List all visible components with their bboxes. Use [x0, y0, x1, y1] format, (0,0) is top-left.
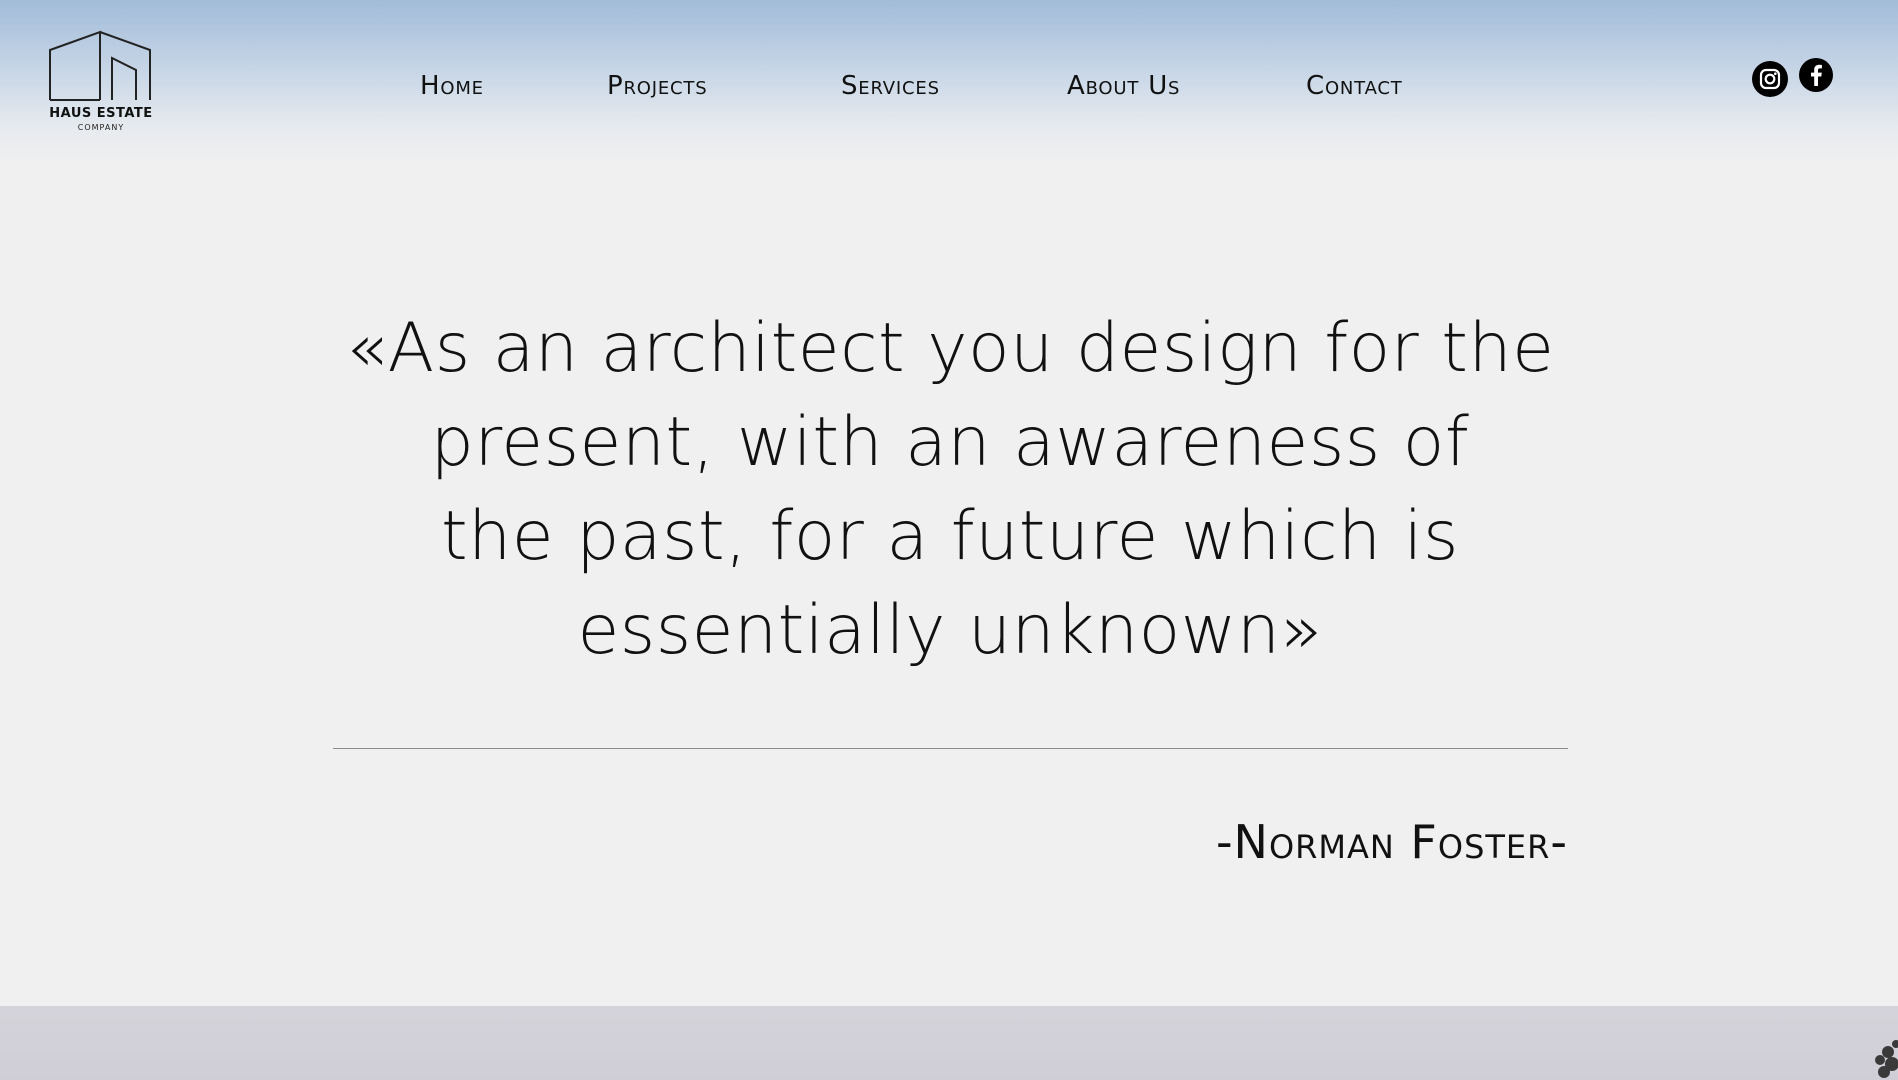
quote-line: the past, for a future which is	[440, 497, 1459, 576]
nav-contact[interactable]: Contact	[1306, 68, 1403, 104]
quote-line: essentially unknown»	[577, 591, 1323, 670]
logo-subtitle: COMPANY	[77, 123, 125, 132]
quote-text: «As an architect you design for the pres…	[280, 302, 1620, 678]
logo-name: HAUS ESTATE	[49, 106, 153, 121]
nav-about-us[interactable]: About Us	[1067, 68, 1180, 104]
nav-home[interactable]: Home	[420, 68, 484, 104]
page: HAUS ESTATE COMPANY Home Projects Servic…	[0, 0, 1898, 1080]
nav-services[interactable]: Services	[841, 68, 940, 104]
quote-line: «As an architect you design for the	[345, 309, 1555, 388]
nav-projects[interactable]: Projects	[607, 68, 707, 104]
divider	[333, 748, 1568, 749]
instagram-icon[interactable]	[1752, 61, 1788, 97]
site-header: HAUS ESTATE COMPANY Home Projects Servic…	[0, 0, 1898, 165]
hero-image-strip	[0, 1006, 1898, 1080]
facebook-icon[interactable]	[1799, 58, 1833, 92]
main-nav: Home Projects Services About Us Contact	[0, 68, 1898, 104]
quote-attribution: -Norman Foster-	[1215, 815, 1568, 869]
quote-line: present, with an awareness of	[430, 403, 1470, 482]
tree-foliage-image	[1875, 1040, 1898, 1078]
